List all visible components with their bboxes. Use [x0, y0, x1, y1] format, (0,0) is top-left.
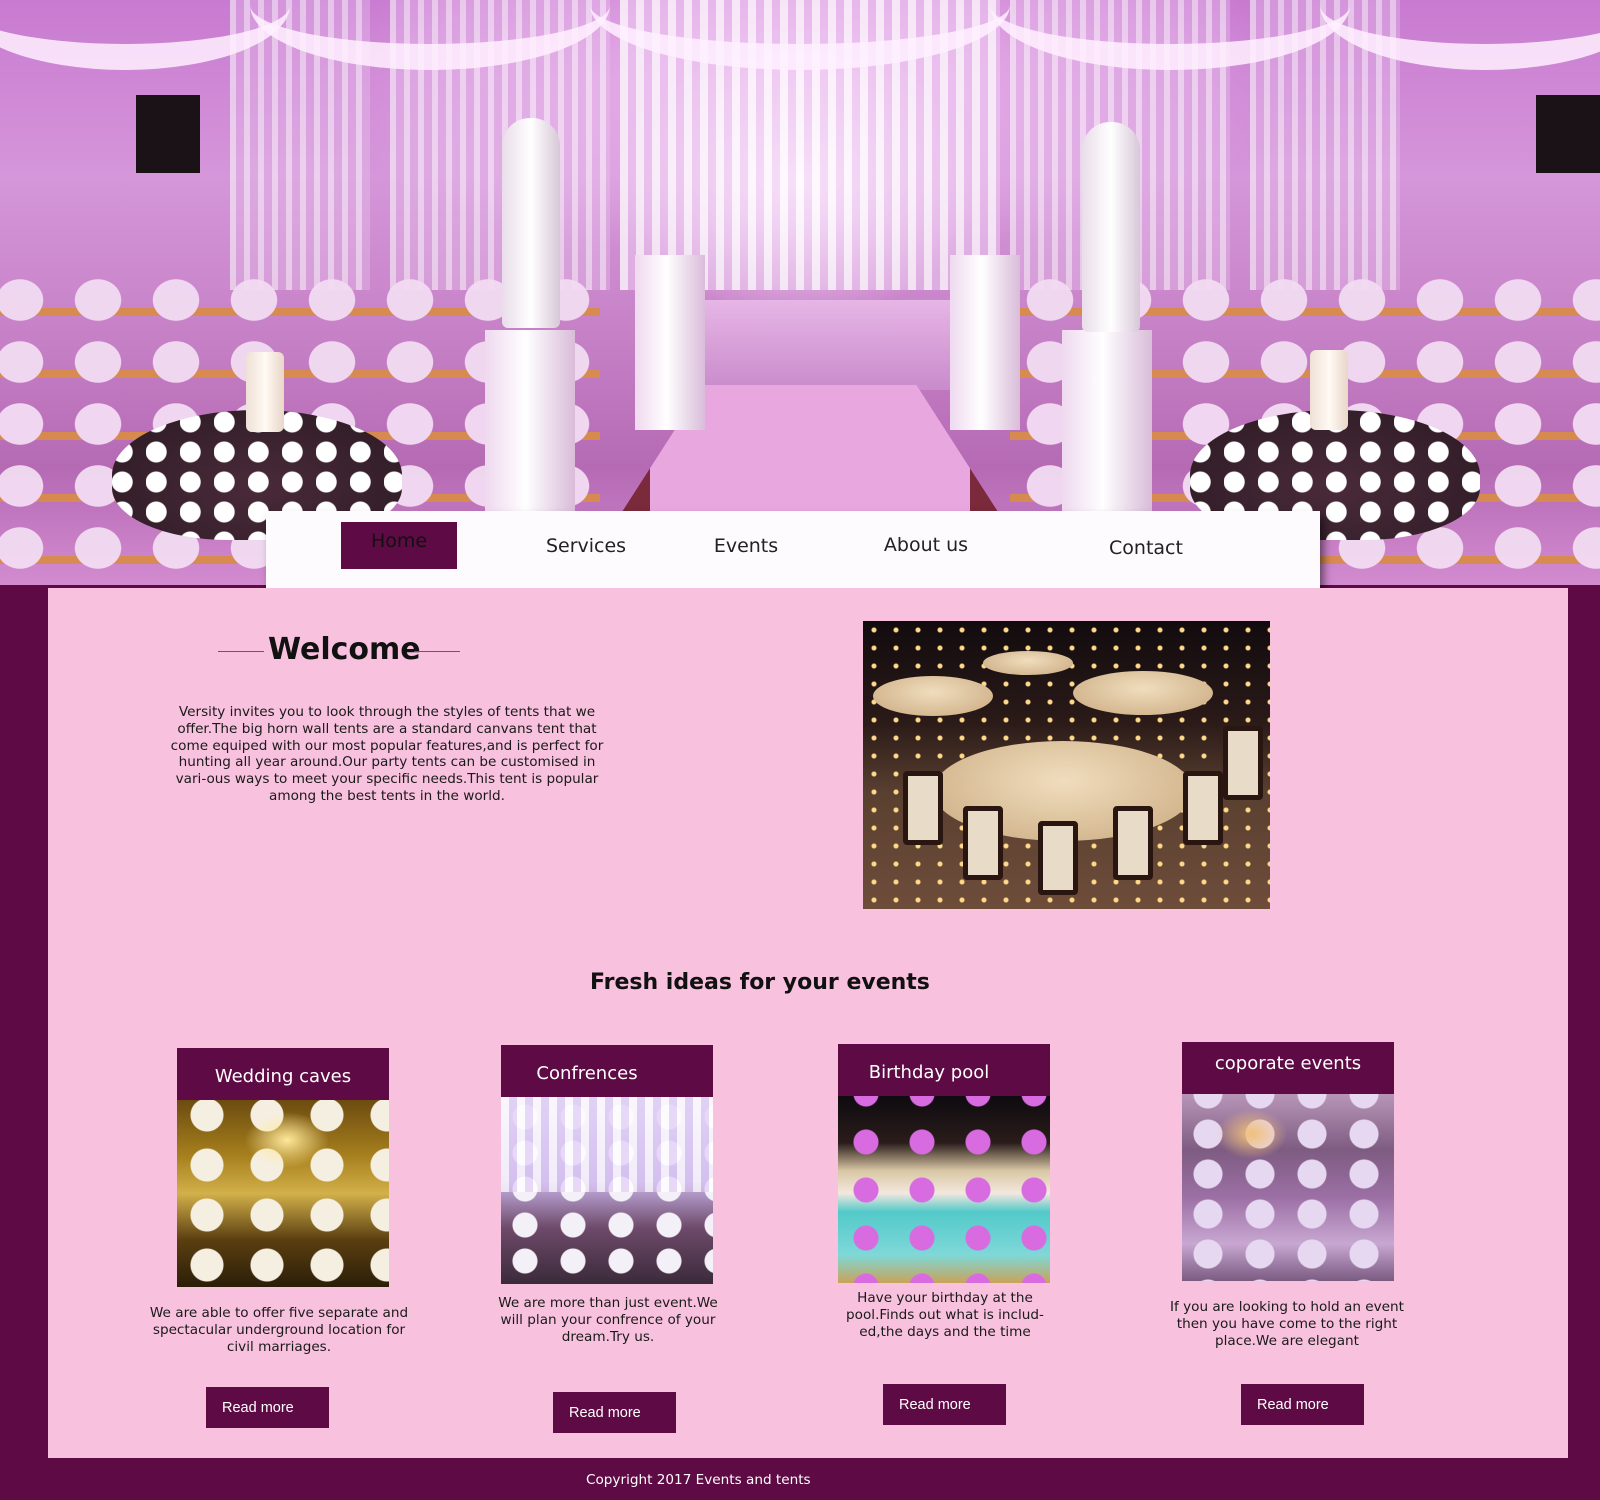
nav-services[interactable]: Services [536, 522, 636, 569]
main-navigation: Home Services Events About us Contact [266, 511, 1320, 588]
card-text-coporate-events: If you are looking to hold an event then… [1170, 1299, 1404, 1349]
card-heading-coporate-events: coporate events [1182, 1042, 1394, 1094]
read-more-button-confrences[interactable]: Read more [553, 1392, 676, 1433]
confrences-photo [501, 1097, 713, 1284]
read-more-button-wedding-caves[interactable]: Read more [206, 1387, 329, 1428]
hero-banner-image [0, 0, 1600, 585]
coporate-events-photo [1182, 1094, 1394, 1281]
card-heading-birthday-pool: Birthday pool [838, 1044, 1050, 1096]
card-heading-confrences: Confrences [501, 1045, 713, 1097]
birthday-pool-photo [838, 1096, 1050, 1283]
wedding-caves-photo [177, 1100, 389, 1287]
heading-divider-left [218, 651, 264, 652]
nav-about-us[interactable]: About us [876, 522, 976, 569]
heading-divider-right [414, 651, 460, 652]
read-more-button-birthday-pool[interactable]: Read more [883, 1384, 1006, 1425]
welcome-paragraph: Versity invites you to look through the … [170, 704, 604, 804]
nav-home[interactable]: Home [341, 522, 457, 569]
card-heading-wedding-caves: Wedding caves [177, 1048, 389, 1100]
card-text-confrences: We are more than just event.We will plan… [498, 1295, 718, 1345]
nav-events[interactable]: Events [706, 522, 786, 569]
card-text-birthday-pool: Have your birthday at the pool.Finds out… [846, 1290, 1044, 1340]
read-more-button-coporate-events[interactable]: Read more [1241, 1384, 1364, 1425]
fresh-ideas-title: Fresh ideas for your events [590, 970, 930, 995]
dining-tables-photo [863, 621, 1270, 909]
footer-copyright: Copyright 2017 Events and tents [586, 1472, 811, 1488]
card-text-wedding-caves: We are able to offer five separate and s… [149, 1305, 409, 1355]
welcome-title: Welcome [268, 632, 421, 667]
nav-contact[interactable]: Contact [1096, 522, 1196, 569]
welcome-heading: Welcome [218, 632, 460, 672]
